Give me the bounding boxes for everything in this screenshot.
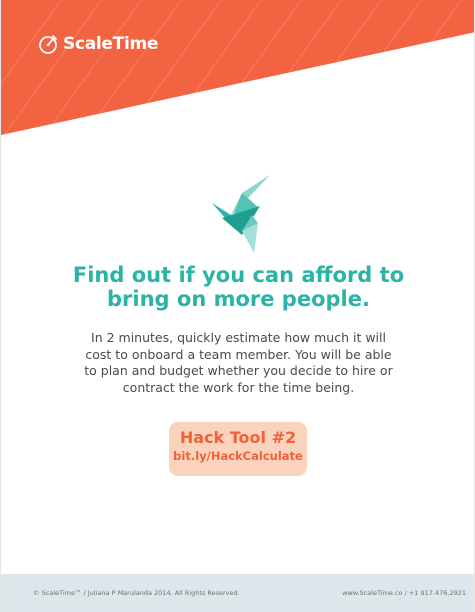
flyer-page: ScaleTime Find out if you can afford to … (0, 0, 475, 612)
stopwatch-icon (39, 35, 57, 54)
footer-copyright: © ScaleTime™ / Juliana P Marulanda 2014.… (33, 589, 240, 597)
hack-tool-link[interactable]: bit.ly/HackCalculate (169, 448, 307, 464)
logo-wordmark: ScaleTime (63, 34, 159, 54)
hack-tool-title: Hack Tool #2 (179, 428, 297, 447)
footer: © ScaleTime™ / Juliana P Marulanda 2014.… (1, 574, 474, 612)
origami-bird-icon (212, 175, 270, 253)
body-description: In 2 minutes, quickly estimate how much … (84, 330, 393, 395)
footer-contact[interactable]: www.ScaleTime.co / +1 917.476.2921 (342, 589, 466, 597)
header-diagonal-band (1, 0, 474, 135)
scaletime-logo: ScaleTime (37, 33, 158, 55)
hack-tool-box[interactable]: Hack Tool #2 bit.ly/HackCalculate (169, 422, 307, 476)
headline: Find out if you can afford to bring on m… (72, 263, 405, 311)
